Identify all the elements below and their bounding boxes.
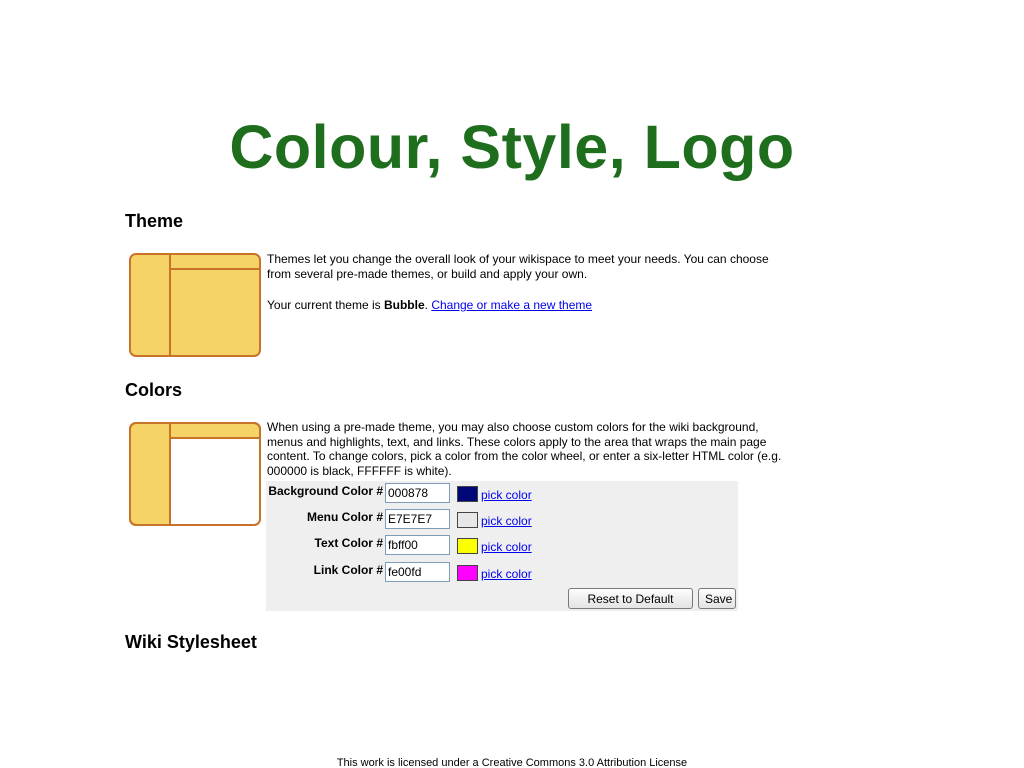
reset-to-default-button[interactable]: Reset to Default xyxy=(568,588,693,609)
text-color-input[interactable] xyxy=(385,535,450,555)
theme-description: Themes let you change the overall look o… xyxy=(267,252,769,281)
menu-color-label: Menu Color # xyxy=(306,510,383,524)
theme-current-name: Bubble xyxy=(383,298,425,312)
menu-color-row: Menu Color # pick color xyxy=(266,507,738,529)
colors-heading: Colors xyxy=(125,380,183,400)
text-color-swatch[interactable] xyxy=(457,538,478,554)
change-theme-link[interactable]: Change or make a new theme xyxy=(431,298,592,312)
theme-current-suffix: . xyxy=(424,298,428,312)
link-color-input[interactable] xyxy=(385,562,450,582)
link-pick-color-link[interactable]: pick color xyxy=(481,567,532,581)
background-pick-color-link[interactable]: pick color xyxy=(481,488,532,502)
menu-pick-color-link[interactable]: pick color xyxy=(481,514,532,528)
background-color-input[interactable] xyxy=(385,483,450,503)
save-button[interactable]: Save xyxy=(698,588,736,609)
color-form: Background Color # pick color Menu Color… xyxy=(266,481,738,611)
slide-title: Colour, Style, Logo xyxy=(229,113,795,181)
menu-color-input[interactable] xyxy=(385,509,450,529)
background-color-label: Background Color # xyxy=(268,484,383,498)
theme-current-line: Your current theme is Bubble. Change or … xyxy=(267,298,787,313)
text-color-label: Text Color # xyxy=(314,536,383,550)
license-footer: This work is licensed under a Creative C… xyxy=(336,757,688,768)
theme-layout-icon xyxy=(129,253,261,357)
theme-current-prefix: Your current theme is xyxy=(267,298,384,312)
background-color-swatch[interactable] xyxy=(457,486,478,502)
link-color-row: Link Color # pick color xyxy=(266,560,738,582)
link-color-swatch[interactable] xyxy=(457,565,478,581)
menu-color-swatch[interactable] xyxy=(457,512,478,528)
theme-heading: Theme xyxy=(125,211,184,231)
colors-layout-icon xyxy=(129,422,261,526)
link-color-label: Link Color # xyxy=(313,563,383,577)
colors-description: When using a pre-made theme, you may als… xyxy=(267,420,782,478)
stylesheet-heading: Wiki Stylesheet xyxy=(125,632,257,652)
background-color-row: Background Color # pick color xyxy=(266,481,738,503)
text-color-row: Text Color # pick color xyxy=(266,533,738,555)
text-pick-color-link[interactable]: pick color xyxy=(481,540,532,554)
